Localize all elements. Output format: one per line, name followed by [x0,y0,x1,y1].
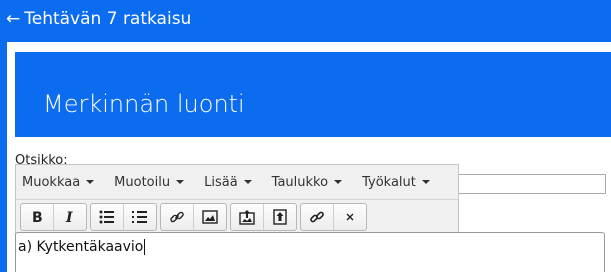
upload-file-button[interactable] [264,204,296,230]
list-group [90,203,157,231]
menu-table-label: Taulukko [271,174,329,190]
chevron-down-icon [243,180,252,184]
menu-insert[interactable]: Lisää [204,175,252,190]
menu-edit-label: Muokkaa [22,174,81,190]
italic-button[interactable]: I [54,204,86,230]
link-button[interactable] [161,204,194,230]
editor-text: a) Kytkentäkaavio [18,239,146,255]
main-panel: Merkinnän luonti Otsikko: Muokkaa Muotoi… [7,42,611,272]
menu-edit[interactable]: Muokkaa [22,174,95,190]
chevron-down-icon [176,180,185,184]
italic-icon: I [65,210,73,224]
text-cursor [144,239,146,255]
editor-text-value: a) Kytkentäkaavio [18,239,144,255]
chevron-down-icon [86,180,95,184]
back-link-label: Tehtävän 7 ratkaisu [24,9,192,29]
menu-insert-label: Lisää [204,174,238,190]
link-icon [170,211,184,223]
back-arrow-icon: ← [6,9,21,29]
upload-file-icon [273,209,287,225]
bold-button[interactable]: B [21,204,54,230]
menu-table[interactable]: Taulukko [271,174,343,190]
editor-content[interactable]: a) Kytkentäkaavio [15,232,605,272]
upload-group [230,203,297,231]
page-header: Merkinnän luonti [15,52,611,137]
bullet-list-button[interactable] [91,204,124,230]
title-input[interactable] [457,174,606,194]
clear-format-icon [346,213,354,221]
image-icon [202,210,218,224]
insert-group [160,203,227,231]
image-button[interactable] [194,204,226,230]
page-title: Merkinnän luonti [43,90,245,118]
bullet-list-icon [99,210,114,224]
misc-group [300,203,367,231]
menu-tools-label: Työkalut [362,174,416,190]
svg-text:I: I [65,210,73,224]
bold-icon: B [32,210,43,224]
numbered-list-icon [132,211,147,223]
menu-format-label: Muotoilu [114,174,171,190]
unlink-icon [310,211,324,223]
clear-format-button[interactable] [334,204,366,230]
upload-image-button[interactable] [231,204,264,230]
numbered-list-button[interactable] [124,204,156,230]
editor-menubar: Muokkaa Muotoilu Lisää Taulukko Työkalut [16,165,458,200]
menu-tools[interactable]: Työkalut [362,175,430,190]
menu-format[interactable]: Muotoilu [114,174,185,190]
svg-text:B: B [32,210,43,224]
chevron-down-icon [334,180,343,184]
editor-toolbar: B I [16,200,458,234]
back-link[interactable]: ← Tehtävän 7 ratkaisu [6,9,191,29]
format-group: B I [20,203,87,231]
upload-image-icon [239,210,255,225]
chevron-down-icon [421,180,430,184]
unlink-button[interactable] [301,204,334,230]
